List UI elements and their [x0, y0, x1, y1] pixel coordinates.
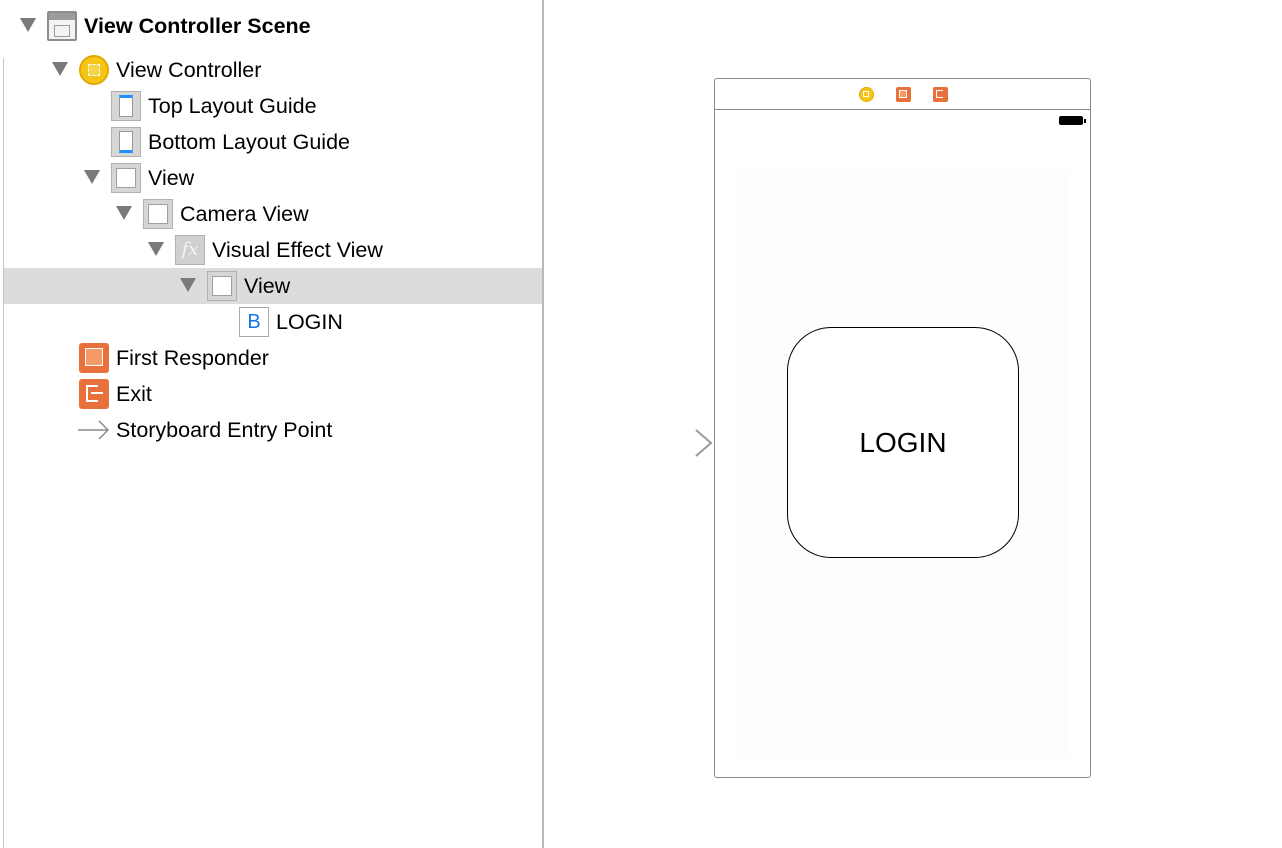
outline-item-label: View Controller Scene	[84, 14, 311, 38]
top-layout-guide-icon	[111, 91, 141, 121]
outline-item-visual-effect-view[interactable]: fx Visual Effect View	[4, 232, 542, 268]
disclosure-triangle-icon[interactable]	[180, 278, 196, 292]
view-controller-icon[interactable]	[859, 87, 874, 102]
outline-item-exit[interactable]: Exit	[4, 376, 542, 412]
outline-item-label: Storyboard Entry Point	[116, 418, 333, 442]
outline-item-bottom-layout-guide[interactable]: Bottom Layout Guide	[4, 124, 542, 160]
outline-item-label: Bottom Layout Guide	[148, 130, 350, 154]
disclosure-triangle-icon[interactable]	[20, 18, 36, 32]
outline-item-label: Top Layout Guide	[148, 94, 317, 118]
view-icon	[111, 163, 141, 193]
outline-item-label: LOGIN	[276, 310, 343, 334]
view-controller-icon	[79, 55, 109, 85]
arrow-right-icon	[77, 415, 110, 445]
bottom-layout-guide-icon	[111, 127, 141, 157]
view-icon	[207, 271, 237, 301]
outline-item-view-controller-scene[interactable]: View Controller Scene	[4, 8, 542, 44]
outline-item-top-layout-guide[interactable]: Top Layout Guide	[4, 88, 542, 124]
outline-item-view-controller[interactable]: View Controller	[4, 52, 542, 88]
outline-item-camera-view[interactable]: Camera View	[4, 196, 542, 232]
exit-icon[interactable]	[933, 87, 948, 102]
document-outline: View Controller Scene View Controller To…	[0, 0, 543, 848]
outline-item-label: Exit	[116, 382, 152, 406]
outline-item-label: Camera View	[180, 202, 309, 226]
disclosure-triangle-icon[interactable]	[52, 62, 68, 76]
disclosure-triangle-icon[interactable]	[116, 206, 132, 220]
storyboard-entry-arrow[interactable]	[615, 429, 715, 459]
disclosure-triangle-icon[interactable]	[84, 170, 100, 184]
disclosure-triangle-icon[interactable]	[148, 242, 164, 256]
scene-dock	[715, 79, 1090, 110]
scene-icon	[47, 11, 77, 41]
outline-item-storyboard-entry-point[interactable]: Storyboard Entry Point	[4, 412, 542, 448]
outline-item-view[interactable]: View	[4, 160, 542, 196]
first-responder-icon	[79, 343, 109, 373]
visual-effect-icon: fx	[175, 235, 205, 265]
outline-item-label: Visual Effect View	[212, 238, 383, 262]
outline-item-label: View Controller	[116, 58, 262, 82]
outline-item-label: First Responder	[116, 346, 269, 370]
battery-icon	[1059, 116, 1086, 125]
view-icon	[143, 199, 173, 229]
first-responder-icon[interactable]	[896, 87, 911, 102]
outline-item-label: View	[148, 166, 195, 190]
outline-item-label: View	[244, 274, 291, 298]
outline-item-view-selected[interactable]: View	[4, 268, 542, 304]
button-icon: B	[239, 307, 269, 337]
view-controller-scene-frame[interactable]: LOGIN	[714, 78, 1091, 778]
exit-icon	[79, 379, 109, 409]
outline-item-first-responder[interactable]: First Responder	[4, 340, 542, 376]
outline-item-login-button[interactable]: B LOGIN	[4, 304, 542, 340]
login-button[interactable]: LOGIN	[787, 327, 1019, 558]
